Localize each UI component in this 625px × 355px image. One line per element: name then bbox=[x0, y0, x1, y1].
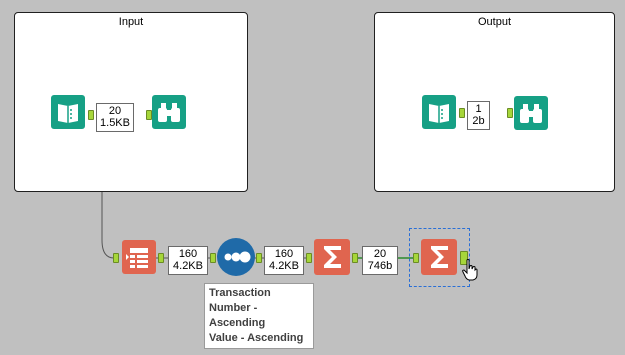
output-container[interactable]: Output bbox=[374, 12, 615, 192]
record-count: 20 bbox=[108, 105, 122, 117]
select-tool[interactable] bbox=[122, 240, 156, 274]
annotation-line: Number - bbox=[209, 302, 258, 314]
record-count: 160 bbox=[178, 248, 198, 260]
annotation-line: Value - Ascending bbox=[209, 332, 304, 344]
summarize-tool[interactable] bbox=[421, 239, 457, 275]
data-size: 4.2KB bbox=[173, 260, 203, 272]
browse-tool[interactable] bbox=[514, 96, 548, 130]
binoculars-icon bbox=[158, 103, 180, 122]
output-anchor[interactable] bbox=[158, 253, 164, 263]
data-size: 2b bbox=[472, 115, 485, 127]
record-count: 160 bbox=[274, 248, 294, 260]
book-input-icon bbox=[429, 104, 449, 123]
container-title: Output bbox=[477, 16, 512, 28]
container-title: Input bbox=[118, 16, 144, 28]
input-anchor[interactable] bbox=[113, 253, 119, 263]
data-size: 4.2KB bbox=[269, 260, 299, 272]
record-count-badge: 160 4.2KB bbox=[264, 246, 304, 275]
input-container[interactable]: Input bbox=[14, 12, 248, 192]
data-size: 1.5KB bbox=[100, 117, 130, 129]
hand-cursor-icon bbox=[462, 259, 478, 281]
data-size: 746b bbox=[367, 260, 393, 272]
input-anchor[interactable] bbox=[210, 253, 216, 263]
output-anchor[interactable] bbox=[459, 108, 465, 118]
record-count-badge: 20 746b bbox=[362, 246, 398, 275]
input-data-tool[interactable] bbox=[422, 95, 456, 129]
browse-tool[interactable] bbox=[152, 95, 186, 129]
input-anchor[interactable] bbox=[306, 253, 312, 263]
output-anchor[interactable] bbox=[256, 253, 262, 263]
record-count-badge: 160 4.2KB bbox=[168, 246, 208, 275]
annotation-line: Ascending bbox=[209, 317, 266, 329]
sigma-icon bbox=[431, 246, 448, 268]
input-anchor[interactable] bbox=[413, 253, 419, 263]
output-anchor[interactable] bbox=[352, 253, 358, 263]
table-select-icon bbox=[126, 248, 148, 268]
input-anchor[interactable] bbox=[507, 108, 513, 118]
workflow-canvas[interactable]: Input Output 20 1.5KB 1 2b 160 4.2KB 160… bbox=[0, 0, 625, 355]
three-dots-icon bbox=[224, 251, 251, 263]
binoculars-icon bbox=[520, 104, 542, 123]
record-count: 1 bbox=[475, 103, 482, 115]
record-count: 20 bbox=[373, 248, 387, 260]
sort-annotation: Transaction Number - Ascending Value - A… bbox=[204, 283, 314, 349]
sigma-icon bbox=[324, 246, 341, 268]
summarize-tool[interactable] bbox=[314, 239, 350, 275]
annotation-line: Transaction bbox=[209, 287, 271, 299]
book-input-icon bbox=[58, 104, 78, 123]
output-anchor[interactable] bbox=[88, 110, 94, 120]
record-count-badge: 20 1.5KB bbox=[96, 103, 134, 132]
input-data-tool[interactable] bbox=[51, 95, 85, 129]
sort-tool[interactable] bbox=[217, 238, 255, 276]
record-count-badge: 1 2b bbox=[467, 101, 490, 130]
